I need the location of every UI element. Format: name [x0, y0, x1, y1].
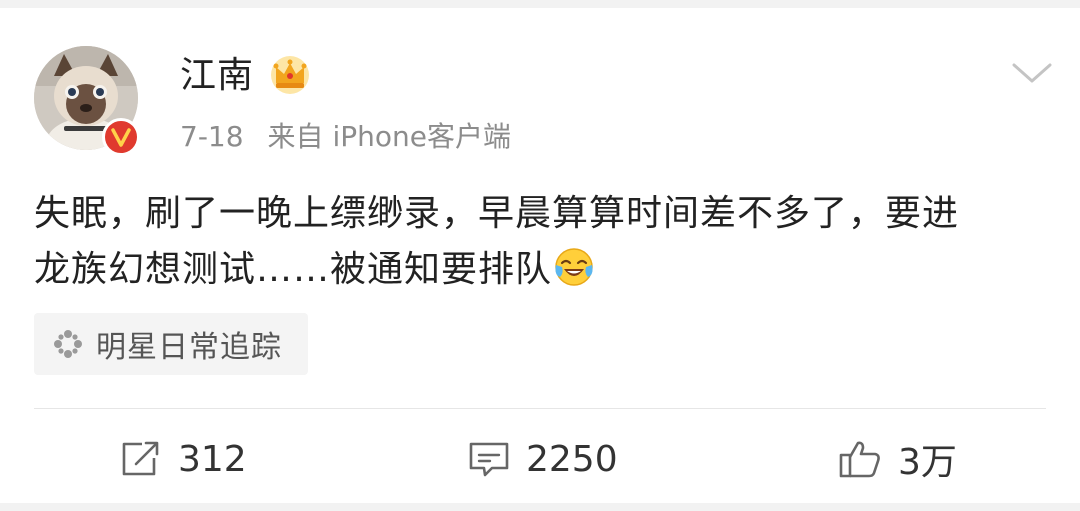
comment-count: 2250 [526, 438, 618, 480]
post-text-line: 龙族幻想测试……被通知要排队 [34, 242, 1044, 298]
verified-v-icon [111, 128, 131, 147]
post-date: 7-18 [180, 120, 244, 153]
author-name[interactable]: 江南 [180, 54, 254, 98]
post-text-line: 失眠，刷了一晚上缥缈录，早晨算算时间差不多了，要进 [34, 193, 960, 234]
post-source: 来自 iPhone客户端 [267, 120, 511, 153]
crown-icon[interactable] [268, 55, 312, 95]
topic-tag-label: 明星日常追踪 [96, 330, 282, 365]
divider [34, 408, 1046, 409]
laugh-cry-emoji-icon [555, 248, 593, 286]
post-text: 失眠，刷了一晚上缥缈录，早晨算算时间差不多了，要进 龙族幻想测试……被通知要排队 [34, 186, 1044, 298]
post-meta: 7-18 来自 iPhone客户端 [180, 120, 511, 154]
comment-icon [469, 442, 509, 477]
repost-count: 312 [178, 438, 247, 480]
sparkle-icon [54, 330, 82, 358]
like-button[interactable]: 3万 [838, 434, 957, 484]
thumbs-up-icon [839, 441, 880, 478]
comment-button[interactable]: 2250 [468, 434, 618, 484]
repost-button[interactable]: 312 [120, 434, 247, 484]
post-text-line-2: 龙族幻想测试……被通知要排队 [34, 249, 553, 290]
repost-icon [122, 441, 159, 476]
topic-tag[interactable]: 明星日常追踪 [34, 313, 308, 375]
bottom-separator [0, 503, 1080, 511]
verified-badge [102, 118, 140, 156]
chevron-down-icon[interactable] [1010, 58, 1054, 88]
like-count: 3万 [898, 442, 957, 483]
post-card: 江南 7-18 来自 iPhone客户端 失眠，刷了一晚上缥缈录，早晨算算时间差不… [0, 8, 1080, 503]
